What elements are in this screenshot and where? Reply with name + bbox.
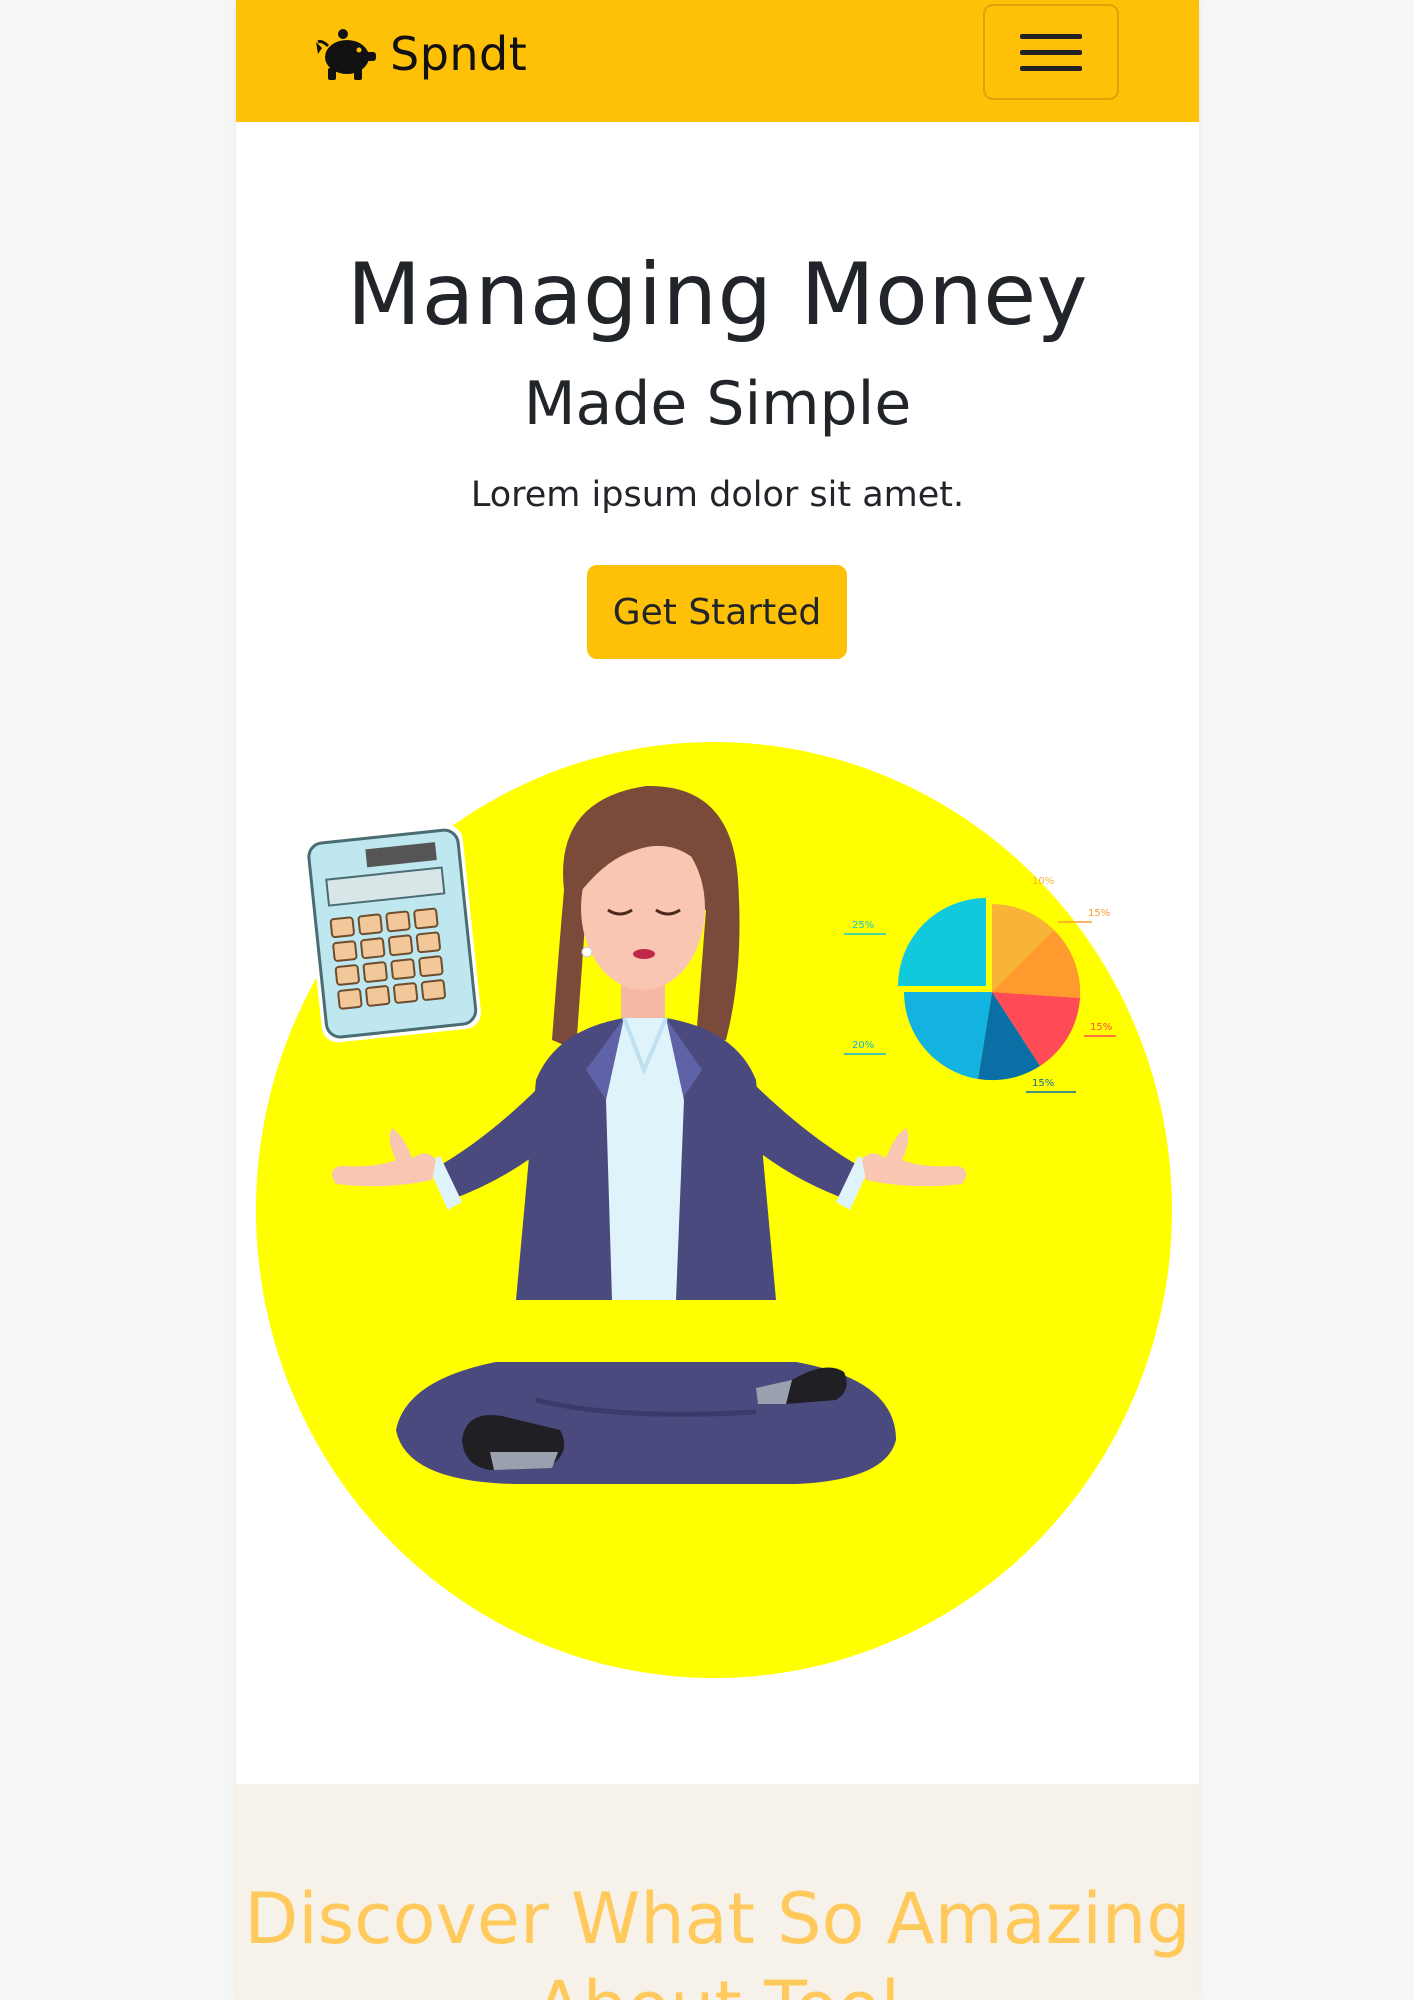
pie-label: 25% [852,920,874,931]
hero-illustration: 25% 20% 10% 15% 15% 15% [256,742,1172,1678]
hero-subtitle: Made Simple [523,369,912,439]
navbar-toggle-button[interactable] [983,4,1119,100]
mobile-page: Spndt Managing Money Made Simple Lorem i… [236,0,1199,2000]
hamburger-menu-icon [1020,49,1082,55]
pie-label: 15% [1032,1078,1054,1089]
hero-title: Managing Money [346,245,1089,345]
pie-label: 20% [852,1040,874,1051]
get-started-button[interactable]: Get Started [587,565,847,659]
brand-link[interactable]: Spndt [314,24,527,84]
brand-name: Spndt [390,27,528,81]
features-section: Discover What So Amazing About Tool [236,1784,1199,2000]
navbar: Spndt [236,0,1199,122]
pie-label: 15% [1088,908,1110,919]
pie-label: 15% [1090,1022,1112,1033]
hamburger-menu-icon [1020,65,1082,71]
calculator-icon [303,824,481,1043]
hero-text: Lorem ipsum dolor sit amet. [470,475,965,515]
features-title: Discover What So Amazing About Tool [244,1878,1191,2000]
piggy-bank-icon [316,29,376,80]
pie-label: 10% [1032,876,1054,887]
hamburger-menu-icon [1020,33,1082,39]
